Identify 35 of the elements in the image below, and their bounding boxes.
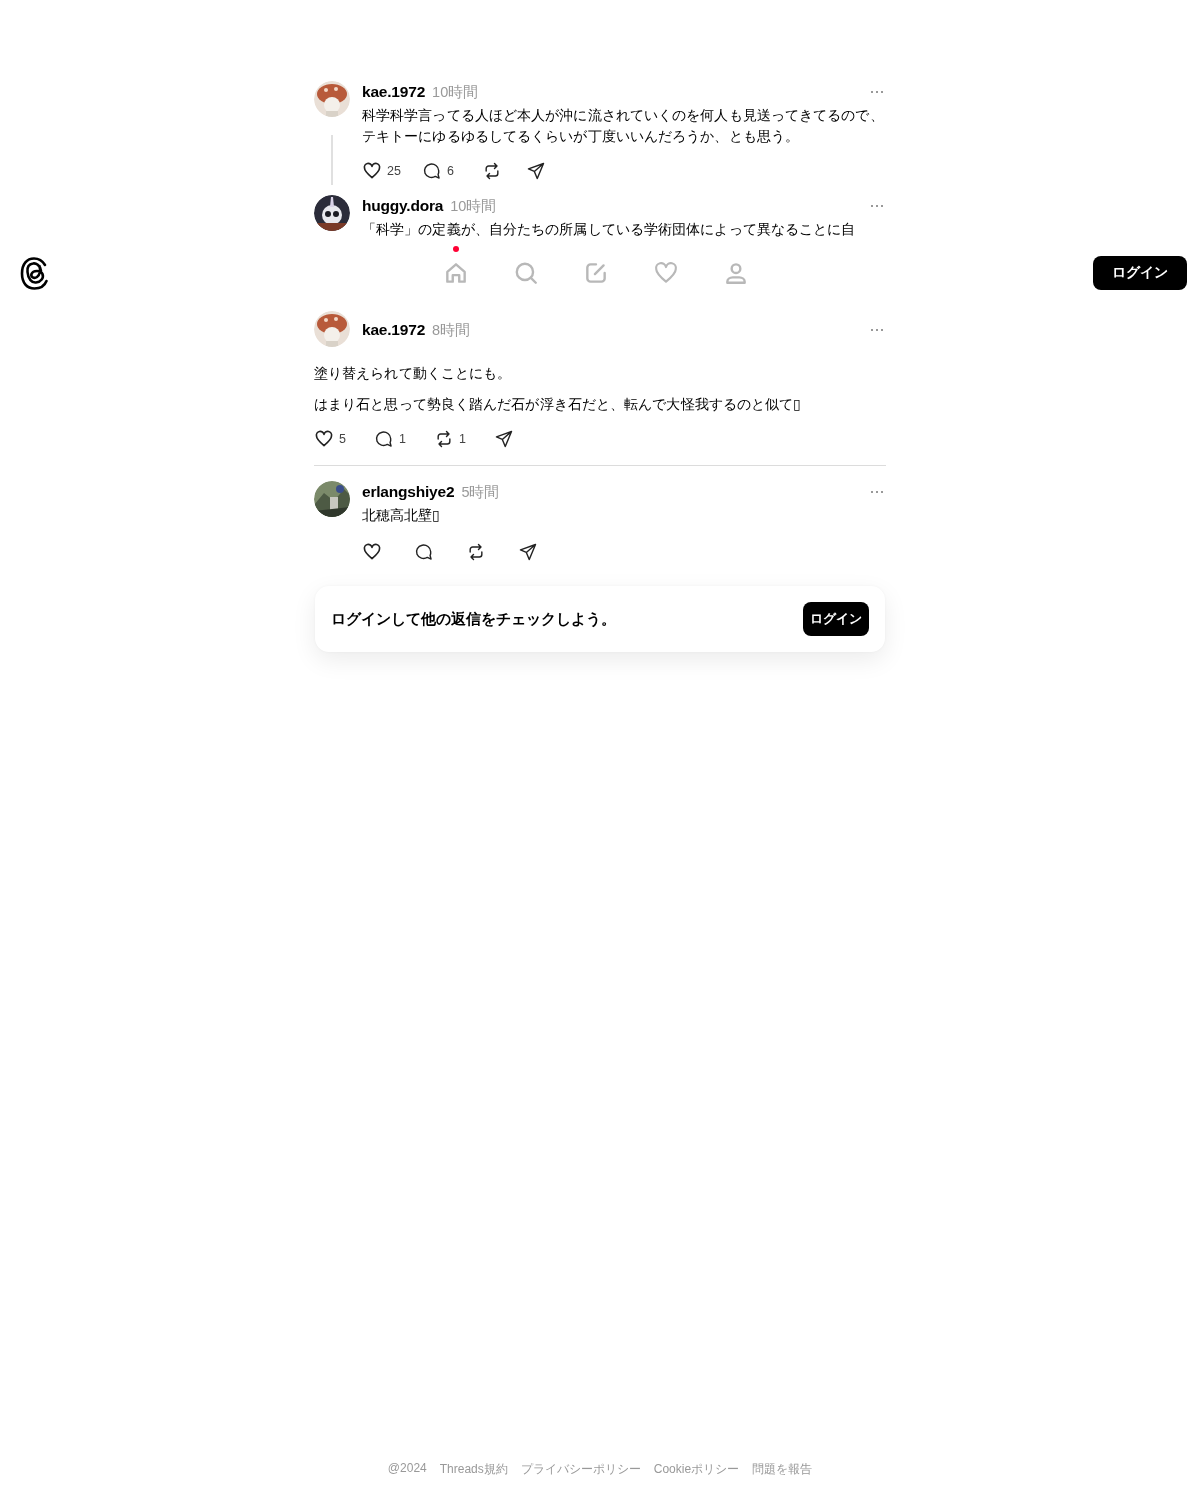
reply-button[interactable]: 6 [422,161,466,181]
username[interactable]: kae.1972 [362,83,426,101]
speech-bubble-icon [422,161,442,181]
like-button[interactable]: 5 [314,429,358,449]
paper-plane-icon [494,429,514,449]
threads-logo-icon[interactable] [20,256,49,290]
heart-icon [362,542,382,562]
post-text: 科学科学言ってる人ほど本人が沖に流されていくのを何人も見送ってきてるので、テキトーにゆるゆるしてるくらいが丁度いいんだろうか、とも思う。 [362,106,885,146]
repost-icon [466,542,486,562]
post-time: 8時間 [432,320,471,340]
paper-plane-icon [518,542,538,562]
reply-button[interactable]: 1 [374,429,418,449]
repost-button[interactable]: 1 [434,429,478,449]
speech-bubble-icon [374,429,394,449]
post-text: 北穂高北壁▯ [362,506,442,525]
copyright-text: @2024 [387,1461,427,1477]
like-button[interactable]: 25 [362,161,406,181]
repost-icon [434,429,454,449]
speech-bubble-icon [414,542,434,562]
post-text: はまり石と思って勢良く踏んだ石が浮き石だと、転んで大怪我するのと似て▯ [314,395,803,414]
login-button[interactable]: ログイン [1093,256,1187,290]
login-button[interactable]: ログイン [803,602,869,636]
post-time: 10時間 [450,196,497,216]
paper-plane-icon [526,161,546,181]
username[interactable]: huggy.dora [362,197,444,215]
post-time: 5時間 [461,482,500,502]
heart-icon [314,429,334,449]
post-time: 10時間 [432,82,479,102]
username[interactable]: kae.1972 [362,321,426,339]
repost-icon [482,161,502,181]
login-prompt-text: ログインして他の返信をチェックしよう。 [331,609,616,629]
username[interactable]: erlangshiye2 [362,483,455,501]
heart-icon [362,161,382,181]
post-text: 「科学」の定義が、自分たちの所属している学術団体によって異なることに自 [362,220,857,239]
post-text: 塗り替えられて動くことにも。 [314,364,513,383]
